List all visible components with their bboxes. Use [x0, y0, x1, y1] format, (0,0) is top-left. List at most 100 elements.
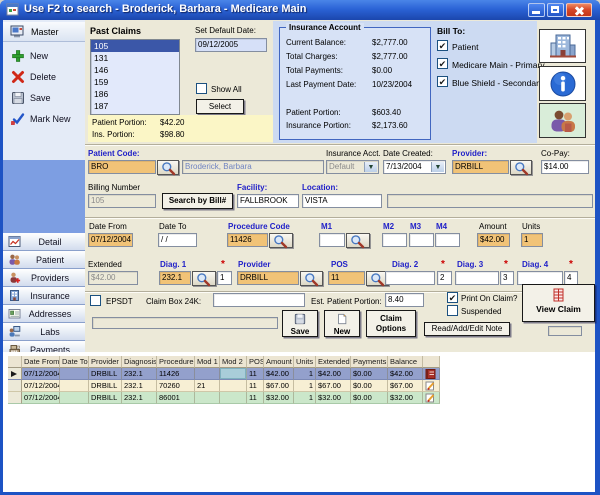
save-claim-button[interactable]: Save: [282, 310, 318, 337]
row-note-cell[interactable]: [423, 392, 440, 404]
grid-cell[interactable]: 07/12/2004: [22, 368, 60, 380]
diag4-input[interactable]: [517, 271, 563, 285]
info-button[interactable]: [539, 66, 586, 101]
grid-cell[interactable]: [220, 380, 247, 392]
diag4-pointer-input[interactable]: 4: [564, 271, 578, 285]
sidebar-action-save[interactable]: Save: [3, 90, 85, 106]
bill-to-blueshield-checkbox[interactable]: ✔: [437, 76, 448, 87]
maximize-button[interactable]: [547, 3, 564, 17]
sidebar-item-labs[interactable]: Labs: [3, 323, 85, 341]
sidebar-action-mark-new[interactable]: Mark New: [3, 111, 85, 127]
copay-input[interactable]: $14.00: [541, 160, 589, 174]
m1-input[interactable]: [319, 233, 345, 247]
row-selector-cell[interactable]: [8, 380, 22, 392]
grid-cell[interactable]: 11: [247, 392, 264, 404]
bill-to-medicare-checkbox[interactable]: ✔: [437, 58, 448, 69]
grid-cell[interactable]: [195, 392, 220, 404]
column-header[interactable]: Balance: [388, 356, 423, 368]
patients-button[interactable]: [539, 103, 586, 138]
claim-options-button[interactable]: Claim Options: [366, 310, 416, 337]
column-header[interactable]: Date To: [60, 356, 89, 368]
column-header[interactable]: Procedure: [157, 356, 195, 368]
grid-cell[interactable]: [195, 368, 220, 380]
claim-box-24k-input[interactable]: [213, 293, 305, 307]
grid-cell[interactable]: 07/12/2004: [22, 380, 60, 392]
grid-cell[interactable]: $67.00: [316, 380, 351, 392]
diag2-input[interactable]: [385, 271, 435, 285]
patient-code-search-button[interactable]: [157, 160, 179, 175]
sidebar-action-delete[interactable]: Delete: [3, 69, 85, 85]
m3-input[interactable]: [409, 233, 434, 247]
grid-cell[interactable]: $67.00: [388, 380, 423, 392]
column-header[interactable]: Provider: [89, 356, 122, 368]
grid-cell[interactable]: $32.00: [264, 392, 294, 404]
grid-cell[interactable]: DRBILL: [89, 380, 122, 392]
diag3-input[interactable]: [455, 271, 499, 285]
show-all-checkbox[interactable]: [196, 83, 207, 94]
column-header[interactable]: Payments: [351, 356, 388, 368]
est-patient-portion-input[interactable]: 8.40: [385, 293, 424, 307]
grid-cell[interactable]: $42.00: [316, 368, 351, 380]
patient-code-input[interactable]: BRO: [88, 160, 156, 174]
diag3-pointer-input[interactable]: 3: [500, 271, 514, 285]
past-claims-item[interactable]: 186: [91, 88, 179, 100]
diag1-input[interactable]: 232.1: [159, 271, 191, 285]
grid-cell[interactable]: $32.00: [388, 392, 423, 404]
column-header[interactable]: Extended: [316, 356, 351, 368]
table-row[interactable]: 07/12/2004 DRBILL 232.1 11426 11 $42.00 …: [8, 368, 440, 380]
column-header[interactable]: Amount: [264, 356, 294, 368]
grid-cell[interactable]: 70260: [157, 380, 195, 392]
search-by-bill-button[interactable]: Search by Bill#: [162, 193, 233, 209]
read-add-edit-note-button[interactable]: Read/Add/Edit Note: [424, 322, 510, 336]
suspended-checkbox[interactable]: [447, 305, 458, 316]
m4-input[interactable]: [435, 233, 460, 247]
grid-cell[interactable]: DRBILL: [89, 368, 122, 380]
grid-cell[interactable]: 1: [294, 380, 316, 392]
grid-cell[interactable]: [60, 368, 89, 380]
date-from-input[interactable]: 07/12/2004: [88, 233, 133, 247]
m1-search-button[interactable]: [346, 233, 370, 248]
grid-cell[interactable]: 232.1: [122, 368, 157, 380]
row-note-cell[interactable]: [423, 380, 440, 392]
amount-input[interactable]: $42.00: [477, 233, 510, 247]
units-input[interactable]: 1: [521, 233, 543, 247]
sidebar-action-new[interactable]: New: [3, 48, 85, 64]
column-header[interactable]: Mod 2: [220, 356, 247, 368]
sidebar-item-insurance[interactable]: Insurance: [3, 287, 85, 305]
diag1-pointer-input[interactable]: 1: [217, 271, 232, 285]
facility-input[interactable]: FALLBROOK: [237, 194, 299, 208]
column-header[interactable]: Units: [294, 356, 316, 368]
grid-cell[interactable]: $67.00: [264, 380, 294, 392]
grid-cell[interactable]: $32.00: [316, 392, 351, 404]
facility-info-button[interactable]: [539, 29, 586, 63]
epsdt-checkbox[interactable]: [90, 295, 101, 306]
sidebar-item-master[interactable]: Master: [3, 22, 85, 42]
sidebar-item-detail[interactable]: Detail: [3, 233, 85, 251]
grid-cell[interactable]: $0.00: [351, 368, 388, 380]
print-on-claim-checkbox[interactable]: ✔: [447, 292, 458, 303]
provider-input[interactable]: DRBILL: [452, 160, 509, 174]
grid-cell[interactable]: 232.1: [122, 392, 157, 404]
sidebar-item-providers[interactable]: Providers: [3, 269, 85, 287]
past-claims-item[interactable]: 105: [91, 40, 179, 52]
bill-to-patient-checkbox[interactable]: ✔: [437, 40, 448, 51]
grid-cell[interactable]: 07/12/2004: [22, 392, 60, 404]
provider2-search-button[interactable]: [300, 271, 323, 286]
row-selector-cell[interactable]: [8, 368, 22, 380]
m2-input[interactable]: [382, 233, 407, 247]
grid-cell[interactable]: [60, 380, 89, 392]
procedure-search-button[interactable]: [269, 233, 293, 248]
diag2-pointer-input[interactable]: 2: [437, 271, 452, 285]
row-selector-cell[interactable]: [8, 392, 22, 404]
procedure-code-input[interactable]: 11426: [227, 233, 268, 247]
new-claim-button[interactable]: New: [324, 310, 360, 337]
past-claims-item[interactable]: 131: [91, 52, 179, 64]
column-header[interactable]: POS: [247, 356, 264, 368]
grid-cell[interactable]: $42.00: [388, 368, 423, 380]
grid-cell[interactable]: 1: [294, 368, 316, 380]
grid-cell[interactable]: [60, 392, 89, 404]
provider2-input[interactable]: DRBILL: [237, 271, 299, 285]
grid-cell[interactable]: $0.00: [351, 392, 388, 404]
set-default-date-input[interactable]: 09/12/2005: [195, 38, 267, 52]
grid-cell[interactable]: $42.00: [264, 368, 294, 380]
